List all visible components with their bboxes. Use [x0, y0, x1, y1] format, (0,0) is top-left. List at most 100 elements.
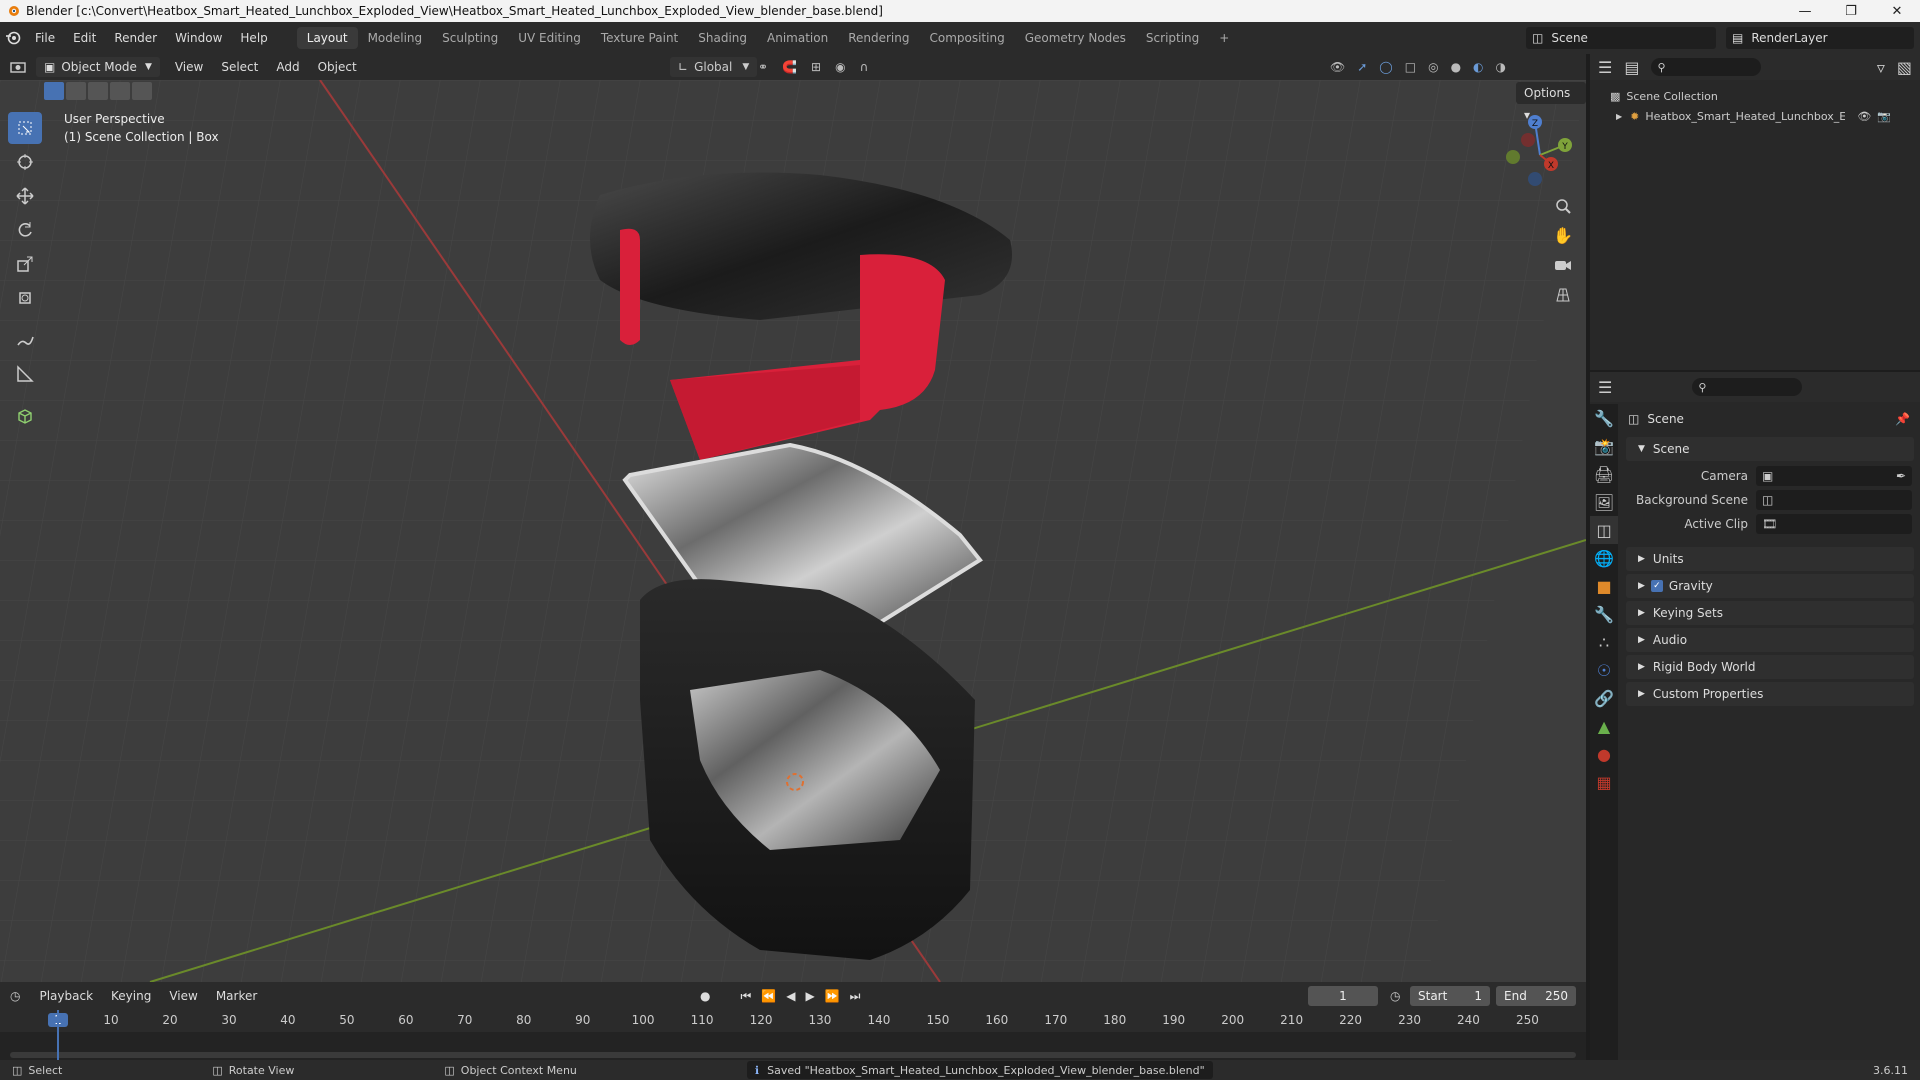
- rendered-shading-icon[interactable]: ◑: [1496, 60, 1506, 74]
- tl-menu-playback[interactable]: Playback: [30, 985, 102, 1007]
- filter-icon[interactable]: ▿: [1877, 58, 1885, 77]
- pin-icon[interactable]: 📌: [1895, 412, 1910, 426]
- material-shading-icon[interactable]: ◐: [1473, 60, 1483, 74]
- modifier-tab-icon[interactable]: 🔧: [1590, 600, 1618, 628]
- timeline-editor-icon[interactable]: ◷: [10, 989, 20, 1003]
- select-intersect-icon[interactable]: [132, 82, 152, 100]
- restore-icon[interactable]: ❐: [1828, 0, 1874, 22]
- view-layer-tab-icon[interactable]: 🖼: [1590, 488, 1618, 516]
- timeline-track[interactable]: [0, 1032, 1586, 1060]
- tab-modeling[interactable]: Modeling: [358, 27, 433, 49]
- start-frame-field[interactable]: Start 1: [1410, 986, 1490, 1006]
- scene-tab-icon[interactable]: ◫: [1590, 516, 1618, 544]
- tab-sculpting[interactable]: Sculpting: [432, 27, 508, 49]
- background-scene-field[interactable]: ◫: [1756, 490, 1912, 510]
- custom-properties-section[interactable]: ▶ Custom Properties: [1626, 682, 1914, 706]
- render-tab-icon[interactable]: 📸: [1590, 432, 1618, 460]
- select-box-icon[interactable]: [8, 112, 42, 144]
- jump-end-icon[interactable]: ⏭: [850, 989, 861, 1004]
- select-new-icon[interactable]: [44, 82, 64, 100]
- eye-icon[interactable]: 👁: [1857, 110, 1871, 123]
- end-frame-field[interactable]: End 250: [1496, 986, 1576, 1006]
- vp-menu-view[interactable]: View: [166, 56, 212, 78]
- minimize-icon[interactable]: —: [1782, 0, 1828, 22]
- output-tab-icon[interactable]: 🖨: [1590, 460, 1618, 488]
- scale-icon[interactable]: [8, 248, 42, 280]
- tab-uv-editing[interactable]: UV Editing: [508, 27, 591, 49]
- tl-menu-keying[interactable]: Keying: [102, 985, 160, 1007]
- mode-dropdown[interactable]: ▣ Object Mode ▼: [36, 57, 160, 77]
- tab-animation[interactable]: Animation: [757, 27, 838, 49]
- select-extend-icon[interactable]: [66, 82, 86, 100]
- tab-compositing[interactable]: Compositing: [919, 27, 1014, 49]
- active-clip-field[interactable]: 🎞: [1756, 514, 1912, 534]
- timeline-scrollbar[interactable]: [10, 1052, 1576, 1058]
- playhead[interactable]: [57, 1010, 59, 1060]
- measure-icon[interactable]: [8, 358, 42, 390]
- display-mode-icon[interactable]: ▤: [1624, 58, 1639, 77]
- menu-window[interactable]: Window: [166, 27, 231, 49]
- transform-orientation-dropdown[interactable]: ∟ Global ▼: [670, 57, 758, 77]
- render-layer-selector[interactable]: ▤ RenderLayer: [1726, 27, 1914, 49]
- gravity-section[interactable]: ▶ ✓ Gravity: [1626, 574, 1914, 598]
- navigation-gizmo[interactable]: Z Y X: [1500, 115, 1580, 195]
- tool-tab-icon[interactable]: 🔧: [1590, 404, 1618, 432]
- vp-menu-add[interactable]: Add: [267, 56, 308, 78]
- visibility-icon[interactable]: 👁: [1330, 60, 1345, 74]
- keying-sets-section[interactable]: ▶ Keying Sets: [1626, 601, 1914, 625]
- outliner-row-scene-collection[interactable]: ▩ Scene Collection: [1590, 86, 1920, 106]
- select-subtract-icon[interactable]: [88, 82, 108, 100]
- gizmo-icon[interactable]: ➚: [1357, 60, 1367, 74]
- tab-scripting[interactable]: Scripting: [1136, 27, 1209, 49]
- tab-rendering[interactable]: Rendering: [838, 27, 919, 49]
- prev-keyframe-icon[interactable]: ⏪: [761, 989, 776, 1004]
- transform-icon[interactable]: [8, 282, 42, 314]
- editor-type-icon[interactable]: [0, 60, 36, 74]
- audio-section[interactable]: ▶ Audio: [1626, 628, 1914, 652]
- constraints-tab-icon[interactable]: 🔗: [1590, 684, 1618, 712]
- tab-shading[interactable]: Shading: [688, 27, 757, 49]
- options-dropdown[interactable]: Options ▾: [1516, 82, 1586, 122]
- vp-menu-select[interactable]: Select: [212, 56, 267, 78]
- camera-view-icon[interactable]: [1548, 252, 1578, 278]
- tab-layout[interactable]: Layout: [296, 27, 358, 49]
- menu-render[interactable]: Render: [105, 27, 166, 49]
- physics-tab-icon[interactable]: ☉: [1590, 656, 1618, 684]
- eyedropper-icon[interactable]: ✒: [1896, 469, 1906, 483]
- snap-icon[interactable]: 🧲: [782, 60, 797, 74]
- data-tab-icon[interactable]: ▲: [1590, 712, 1618, 740]
- xray-icon[interactable]: □: [1405, 60, 1416, 74]
- outliner-search-input[interactable]: ⚲: [1651, 58, 1762, 76]
- play-icon[interactable]: ▶: [805, 989, 814, 1004]
- tab-texture-paint[interactable]: Texture Paint: [591, 27, 688, 49]
- properties-editor-icon[interactable]: ☰: [1598, 378, 1612, 397]
- menu-edit[interactable]: Edit: [64, 27, 105, 49]
- zoom-icon[interactable]: [1548, 193, 1578, 219]
- proportional-edit-icon[interactable]: ◉: [835, 60, 845, 74]
- wireframe-shading-icon[interactable]: ◎: [1428, 60, 1438, 74]
- move-icon[interactable]: [8, 180, 42, 212]
- tl-menu-view[interactable]: View: [160, 985, 206, 1007]
- expand-arrow-icon[interactable]: ▶: [1616, 112, 1622, 121]
- menu-help[interactable]: Help: [231, 27, 276, 49]
- next-keyframe-icon[interactable]: ⏩: [825, 989, 840, 1004]
- current-frame-field[interactable]: 1: [1308, 986, 1378, 1006]
- rigid-body-world-section[interactable]: ▶ Rigid Body World: [1626, 655, 1914, 679]
- outliner-row-object[interactable]: ▶ ✹ Heatbox_Smart_Heated_Lunchbox_Expl 👁…: [1590, 106, 1920, 126]
- tl-menu-marker[interactable]: Marker: [207, 985, 266, 1007]
- jump-start-icon[interactable]: ⏮: [740, 989, 751, 1004]
- clock-icon[interactable]: ◷: [1390, 989, 1400, 1003]
- pan-hand-icon[interactable]: ✋: [1548, 222, 1578, 248]
- world-tab-icon[interactable]: 🌐: [1590, 544, 1618, 572]
- camera-field[interactable]: ▣ ✒: [1756, 466, 1912, 486]
- timeline-ruler[interactable]: 1102030405060708090100110120130140150160…: [0, 1010, 1586, 1032]
- material-tab-icon[interactable]: ●: [1590, 740, 1618, 768]
- record-icon[interactable]: ●: [700, 989, 710, 1004]
- scene-selector[interactable]: ◫ Scene: [1526, 27, 1716, 49]
- solid-shading-icon[interactable]: ●: [1451, 60, 1461, 74]
- rotate-icon[interactable]: [8, 214, 42, 246]
- perspective-toggle-icon[interactable]: [1548, 282, 1578, 308]
- snap-target-icon[interactable]: ⊞: [811, 60, 821, 74]
- vp-menu-object[interactable]: Object: [309, 56, 366, 78]
- camera-render-icon[interactable]: 📷: [1877, 110, 1891, 123]
